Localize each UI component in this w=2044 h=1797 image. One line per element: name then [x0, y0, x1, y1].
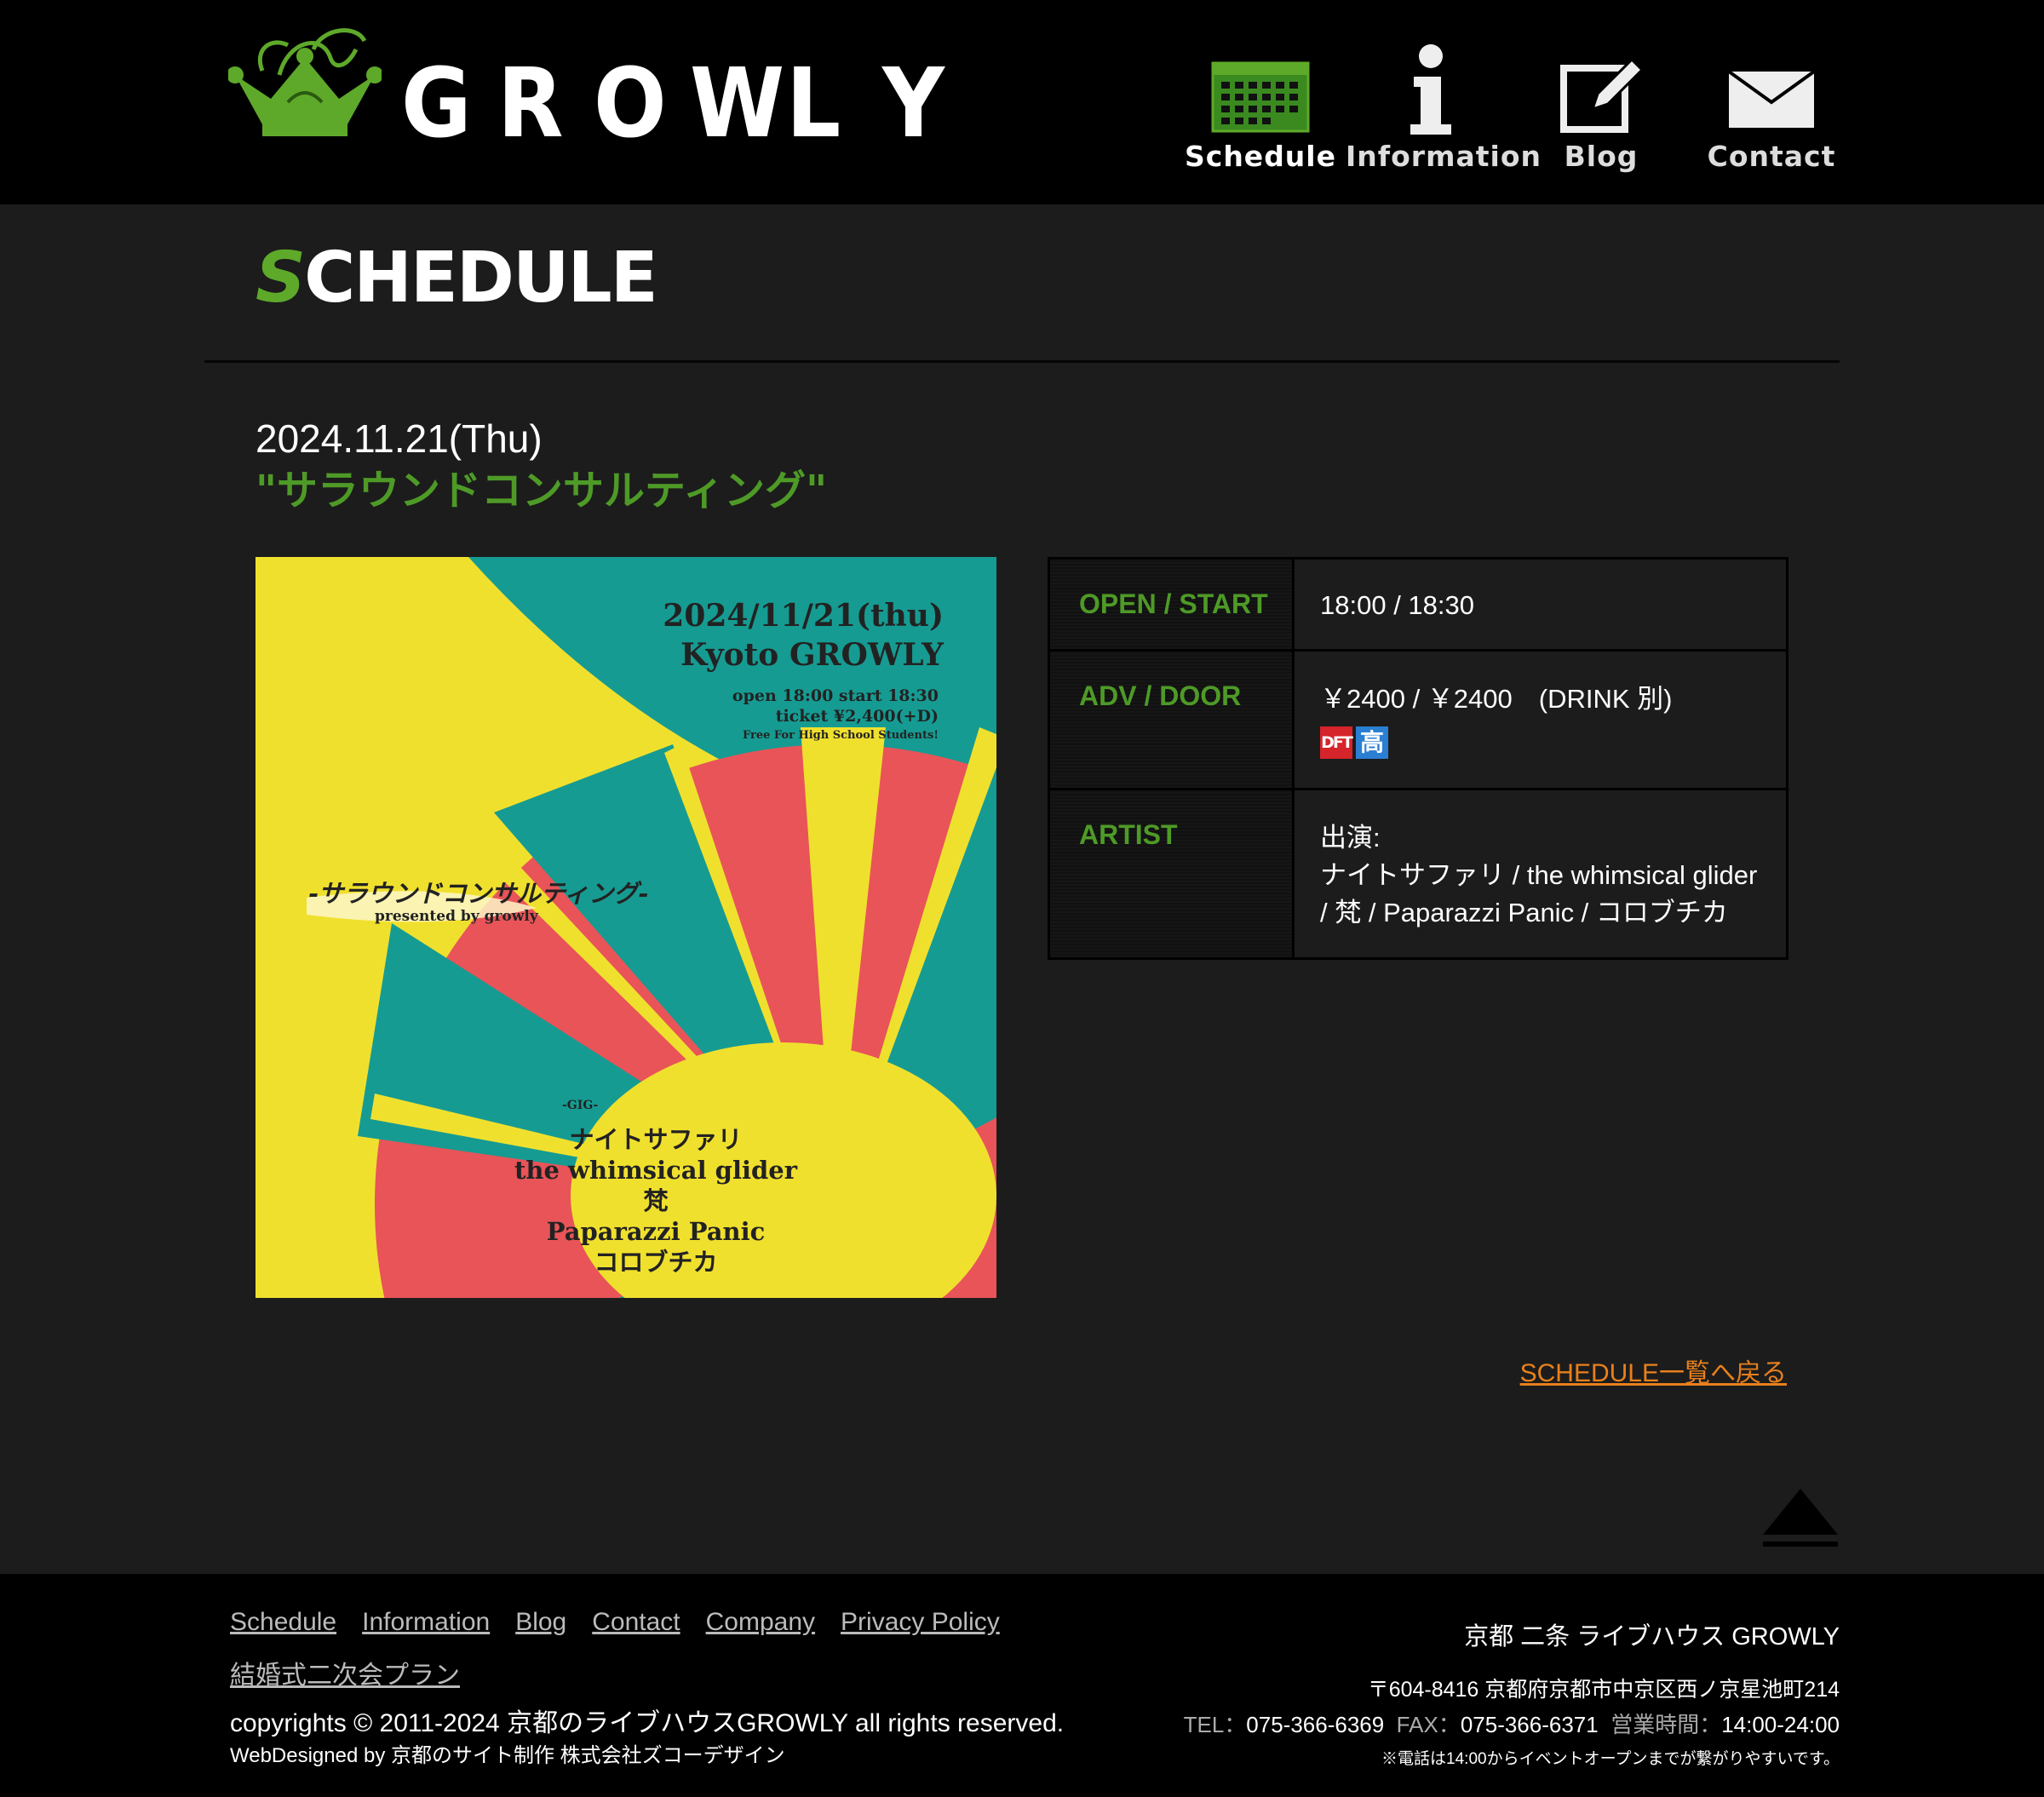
- page-title-initial: S: [256, 238, 306, 319]
- flyer-title: -サラウンドコンサルティング-: [308, 879, 649, 908]
- flyer-artist: コロブチカ: [594, 1248, 718, 1277]
- nav-label: Blog: [1564, 140, 1639, 173]
- event-flyer: 2024/11/21(thu) Kyoto GROWLY open 18:00 …: [256, 557, 996, 1298]
- event-info-table: OPEN / START 18:00 / 18:30 ADV / DOOR ￥2…: [1048, 557, 1788, 960]
- flyer-presented: presented by growly: [375, 908, 538, 925]
- copyright: copyrights © 2011-2024 京都のライブハウスGROWLY a…: [230, 1709, 1065, 1737]
- footer-link-schedule[interactable]: Schedule: [230, 1608, 336, 1637]
- crown-icon: [228, 28, 382, 136]
- open-start-label: OPEN / START: [1050, 560, 1292, 649]
- venue-name: 京都 二条 ライブハウス GROWLY: [1464, 1623, 1840, 1651]
- flyer-artist: ナイトサファリ: [569, 1125, 743, 1154]
- main-nav: Schedule Information Blog Contact: [1175, 34, 1857, 179]
- footer-nav: Schedule Information Blog Contact Compan…: [230, 1608, 1082, 1691]
- phone-note: ※電話は14:00からイベントオープンまでが繋がりやすいです。: [1381, 1750, 1840, 1768]
- calendar-icon: [1211, 61, 1310, 133]
- site-header: G R O W L Y Schedule Information Blog Co…: [0, 0, 2044, 204]
- price-value: ￥2400 / ￥2400 (DRINK 別): [1320, 684, 1673, 714]
- page-title: SCHEDULE: [256, 244, 658, 313]
- nav-label: Contact: [1707, 140, 1836, 173]
- flyer-artist: 梵: [643, 1186, 669, 1215]
- artist-line: ナイトサファリ / the whimsical glider: [1320, 860, 1758, 890]
- logo-letter: L: [786, 49, 841, 159]
- flyer-open-start: open 18:00 start 18:30: [732, 686, 939, 705]
- footer-link-information[interactable]: Information: [362, 1608, 490, 1637]
- artist-prefix: 出演:: [1320, 823, 1381, 853]
- ticket-badges: DFT 高: [1320, 726, 1760, 759]
- fax-label: FAX：: [1396, 1712, 1461, 1737]
- flyer-artist: Paparazzi Panic: [546, 1217, 766, 1246]
- table-row: ADV / DOOR ￥2400 / ￥2400 (DRINK 別) DFT 高: [1050, 652, 1786, 790]
- venue-contact-line: TEL：075-366-6369 FAX：075-366-6371 営業時間：1…: [1184, 1708, 1840, 1739]
- logo-letter: Y: [882, 49, 944, 159]
- high-school-badge: 高: [1356, 726, 1388, 759]
- logo-letter: G: [401, 49, 472, 159]
- footer-link-blog[interactable]: Blog: [515, 1608, 566, 1637]
- title-divider: [204, 360, 1840, 363]
- venue-address: 〒604-8416 京都府京都市中京区西ノ京星池町214: [1367, 1678, 1840, 1702]
- flyer-date: 2024/11/21(thu): [663, 598, 944, 634]
- nav-schedule[interactable]: Schedule: [1175, 34, 1346, 179]
- nav-information[interactable]: Information: [1346, 34, 1542, 179]
- logo-letter: R: [497, 49, 564, 159]
- artist-label: ARTIST: [1050, 790, 1292, 957]
- scroll-to-top-icon[interactable]: [1761, 1487, 1840, 1552]
- footer-link-wedding-plan[interactable]: 結婚式二次会プラン: [230, 1654, 460, 1691]
- nav-label: Schedule: [1184, 140, 1336, 173]
- info-icon: [1410, 44, 1451, 135]
- pencil-icon: [1560, 57, 1645, 133]
- web-design-credit: WebDesigned by 京都のサイト制作 株式会社ズコーデザイン: [230, 1744, 785, 1767]
- table-row: OPEN / START 18:00 / 18:30: [1050, 560, 1786, 652]
- tel-label: TEL：: [1183, 1712, 1247, 1737]
- open-start-value: 18:00 / 18:30: [1295, 560, 1786, 649]
- flyer-note: Free For High School Students!: [742, 729, 939, 742]
- price-cell: ￥2400 / ￥2400 (DRINK 別) DFT 高: [1295, 652, 1786, 788]
- artist-line: / 梵 / Paparazzi Panic / コロブチカ: [1320, 898, 1728, 927]
- price-label: ADV / DOOR: [1050, 652, 1292, 788]
- flyer-gig-label: -GIG-: [562, 1099, 599, 1112]
- table-row: ARTIST 出演: ナイトサファリ / the whimsical glide…: [1050, 790, 1786, 957]
- footer-link-contact[interactable]: Contact: [592, 1608, 680, 1637]
- artist-cell: 出演: ナイトサファリ / the whimsical glider / 梵 /…: [1295, 790, 1786, 957]
- event-name: "サラウンドコンサルティング": [256, 467, 828, 514]
- growly-logo[interactable]: G R O W L Y: [228, 24, 995, 152]
- logo-wordmark: G R O W L Y: [399, 49, 944, 159]
- nav-contact[interactable]: Contact: [1686, 34, 1857, 179]
- footer-link-privacy[interactable]: Privacy Policy: [841, 1608, 1000, 1637]
- back-to-schedule-link[interactable]: SCHEDULE一覧へ戻る: [1520, 1352, 1787, 1389]
- flyer-ticket: ticket ¥2,400(+D): [775, 707, 939, 726]
- envelope-icon: [1727, 70, 1816, 128]
- logo-letter: W: [690, 49, 785, 159]
- footer-link-company[interactable]: Company: [706, 1608, 815, 1637]
- logo-letter: O: [594, 49, 667, 159]
- hours-value: 14:00-24:00: [1721, 1712, 1840, 1737]
- flyer-venue: Kyoto GROWLY: [680, 637, 944, 673]
- event-date: 2024.11.21(Thu): [256, 416, 543, 461]
- fax-number: 075-366-6371: [1460, 1712, 1599, 1737]
- dft-badge: DFT: [1320, 726, 1353, 759]
- nav-blog[interactable]: Blog: [1516, 34, 1686, 179]
- page-title-rest: CHEDULE: [304, 238, 658, 319]
- nav-label: Information: [1346, 140, 1542, 173]
- flyer-artist-list: ナイトサファリ the whimsical glider 梵 Paparazzi…: [490, 1124, 822, 1277]
- site-footer: Schedule Information Blog Contact Compan…: [0, 1574, 2044, 1797]
- tel-number: 075-366-6369: [1246, 1712, 1385, 1737]
- hours-label: 営業時間：: [1611, 1712, 1722, 1737]
- flyer-artist: the whimsical glider: [514, 1156, 797, 1185]
